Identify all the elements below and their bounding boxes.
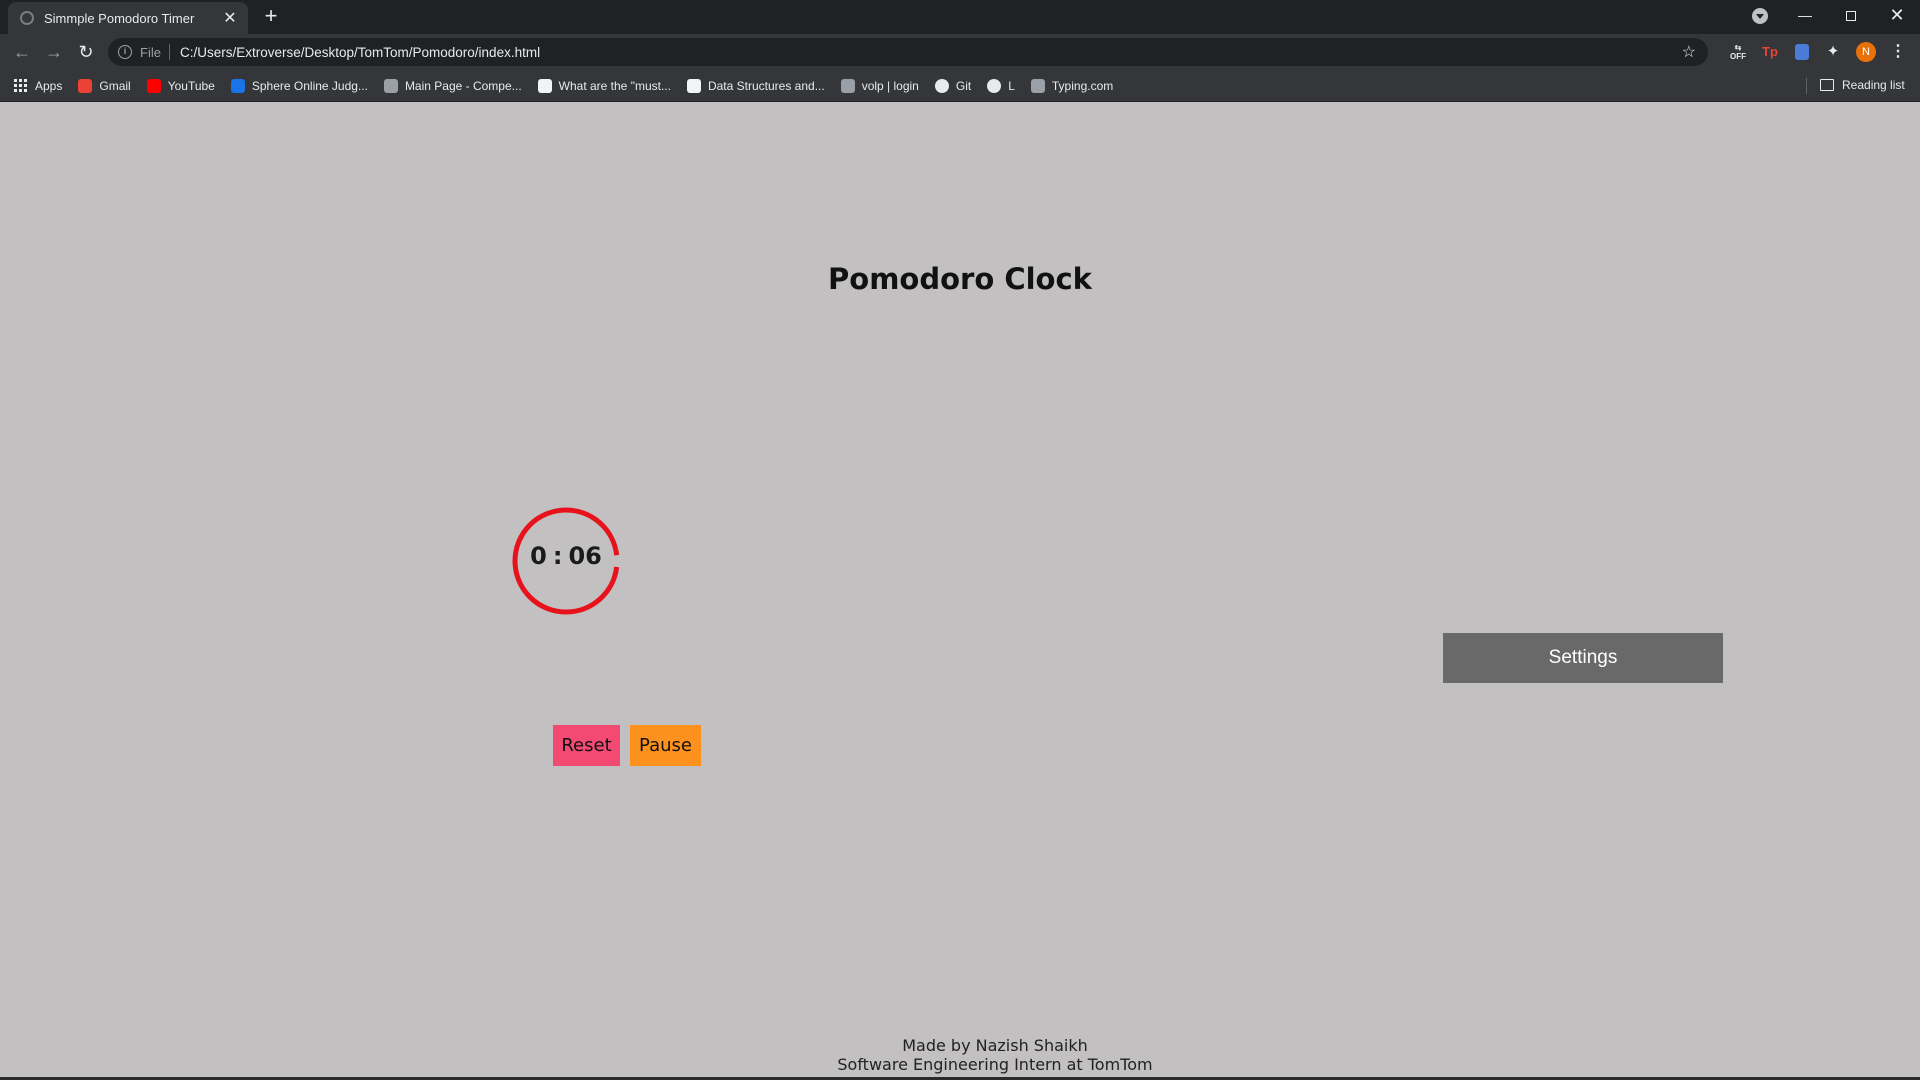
extension-off-label: OFF bbox=[1730, 52, 1746, 61]
url-scheme: File bbox=[140, 44, 161, 60]
bookmark-label: Git bbox=[955, 78, 972, 93]
tab-title: Simmple Pomodoro Timer bbox=[44, 10, 195, 26]
tab-strip: Simmple Pomodoro Timer ✕ + — ✕ bbox=[0, 0, 1920, 34]
bookmark-label: Main Page - Compe... bbox=[404, 78, 522, 93]
page-title: Pomodoro Clock bbox=[828, 262, 1092, 296]
bookmark-label: L bbox=[1008, 78, 1015, 93]
extension-tp-icon[interactable]: Tp bbox=[1760, 42, 1780, 62]
reading-list-divider bbox=[1806, 78, 1807, 94]
bookmarks-bar: Apps Gmail YouTube Sphere Online Judg... Mai… bbox=[0, 70, 1920, 102]
cp-wiki-icon bbox=[383, 78, 398, 93]
extension-blue-icon[interactable] bbox=[1792, 42, 1812, 62]
apps-grid-icon bbox=[14, 78, 28, 93]
reload-button[interactable]: ↻ bbox=[74, 40, 98, 64]
new-tab-button[interactable]: + bbox=[260, 5, 282, 29]
bookmark-item[interactable]: Gmail bbox=[78, 78, 131, 93]
reading-list-label: Reading list bbox=[1842, 78, 1905, 92]
typing-icon bbox=[1030, 78, 1045, 93]
extensions-puzzle-icon[interactable]: ✦ bbox=[1823, 42, 1843, 62]
close-tab-icon[interactable]: ✕ bbox=[222, 8, 238, 28]
pause-button[interactable]: Pause bbox=[630, 725, 701, 766]
timer-seconds: 06 bbox=[568, 542, 602, 570]
bookmark-item[interactable]: Git bbox=[934, 78, 972, 93]
bookmark-label: volp | login bbox=[861, 78, 919, 93]
timer-minutes: 0 bbox=[530, 542, 547, 570]
reading-list-button[interactable]: Reading list bbox=[1820, 78, 1905, 92]
address-bar[interactable]: i File C:/Users/Extroverse/Desktop/TomTo… bbox=[108, 38, 1708, 66]
omnibox-divider bbox=[168, 44, 170, 60]
menu-kebab-icon[interactable]: ⋮ bbox=[1888, 42, 1908, 62]
settings-button[interactable]: Settings bbox=[1443, 633, 1723, 683]
footer-role: Software Engineering Intern at TomTom bbox=[837, 1055, 1153, 1074]
bookmark-label: Data Structures and... bbox=[707, 78, 825, 93]
forward-button[interactable]: → bbox=[42, 40, 66, 64]
volp-icon bbox=[840, 78, 855, 93]
gmail-icon bbox=[78, 78, 93, 93]
timer-display: 0:06 bbox=[510, 542, 622, 570]
github-icon bbox=[934, 78, 949, 93]
bookmark-item[interactable]: Data Structures and... bbox=[686, 78, 825, 93]
browser-tab[interactable]: Simmple Pomodoro Timer ✕ bbox=[8, 2, 248, 34]
bookmark-item[interactable]: Main Page - Compe... bbox=[383, 78, 522, 93]
back-button[interactable]: ← bbox=[10, 40, 34, 64]
extension-blue-shape bbox=[1795, 44, 1809, 60]
bookmark-item[interactable]: Sphere Online Judg... bbox=[230, 78, 368, 93]
bookmark-label: YouTube bbox=[167, 78, 215, 93]
bookmark-item[interactable]: L bbox=[987, 78, 1015, 93]
bookmark-item[interactable]: Apps bbox=[14, 78, 63, 93]
restore-button[interactable] bbox=[1828, 0, 1874, 30]
bookmark-label: Sphere Online Judg... bbox=[251, 78, 368, 93]
info-icon[interactable]: i bbox=[118, 45, 132, 59]
bookmark-label: Apps bbox=[35, 78, 63, 93]
timer-separator: : bbox=[552, 542, 563, 570]
reading-list-icon bbox=[1820, 79, 1834, 91]
browser-toolbar: ← → ↻ i File C:/Users/Extroverse/Desktop… bbox=[0, 34, 1920, 70]
quora-icon bbox=[537, 78, 552, 93]
spoj-icon bbox=[230, 78, 245, 93]
bookmark-item[interactable]: Typing.com bbox=[1030, 78, 1114, 93]
bulb-icon bbox=[686, 78, 701, 93]
bookmark-item[interactable]: What are the "must... bbox=[537, 78, 671, 93]
footer-credit: Made by Nazish Shaikh bbox=[902, 1036, 1088, 1055]
github-icon bbox=[987, 78, 1002, 93]
bookmark-item[interactable]: volp | login bbox=[840, 78, 919, 93]
close-window-button[interactable]: ✕ bbox=[1874, 0, 1920, 30]
tab-search-icon[interactable] bbox=[1752, 8, 1768, 24]
profile-avatar[interactable]: N bbox=[1856, 42, 1876, 62]
bookmark-label: Gmail bbox=[99, 78, 131, 93]
globe-icon bbox=[20, 11, 34, 25]
bookmark-label: Typing.com bbox=[1051, 78, 1114, 93]
bookmark-item[interactable]: YouTube bbox=[146, 78, 215, 93]
restore-icon bbox=[1846, 11, 1856, 21]
youtube-icon bbox=[146, 78, 161, 93]
footer: Made by Nazish Shaikh Software Engineeri… bbox=[0, 1036, 1920, 1074]
bookmark-label: What are the "must... bbox=[558, 78, 671, 93]
extension-off-icon[interactable]: ⇆ OFF bbox=[1728, 42, 1748, 62]
extension-off-glyph: ⇆ bbox=[1734, 43, 1742, 52]
url-text[interactable]: C:/Users/Extroverse/Desktop/TomTom/Pomod… bbox=[180, 45, 1682, 60]
reset-button[interactable]: Reset bbox=[553, 725, 620, 766]
minimize-button[interactable]: — bbox=[1782, 0, 1828, 30]
bookmark-star-icon[interactable]: ☆ bbox=[1682, 42, 1696, 62]
